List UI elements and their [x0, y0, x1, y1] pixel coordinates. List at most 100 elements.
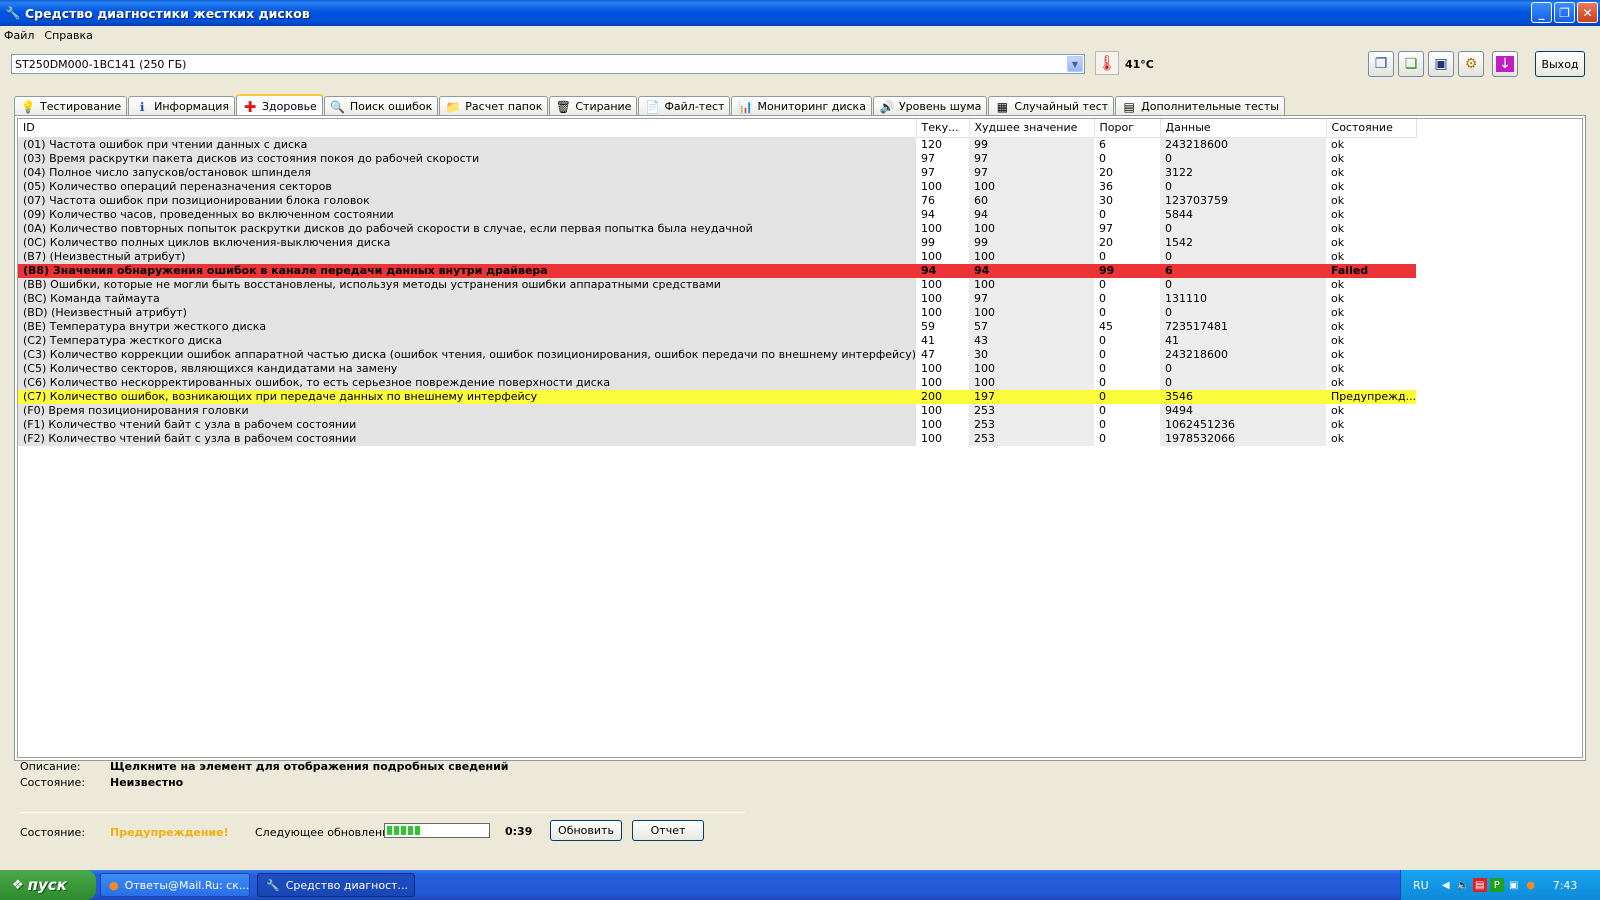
table-row[interactable]: (F1) Количество чтений байт с узла в раб… [18, 417, 1417, 432]
cell-threshold: 20 [1094, 165, 1161, 180]
column-header-id[interactable]: ID [18, 119, 917, 138]
maximize-button[interactable]: ❐ [1554, 2, 1575, 23]
table-row[interactable]: (0A) Количество повторных попыток раскру… [18, 221, 1417, 236]
start-button[interactable]: ❖ пуск [0, 870, 96, 900]
menu-help[interactable]: Справка [40, 29, 98, 42]
cell-data: 123703759 [1160, 193, 1327, 208]
table-row[interactable]: (C5) Количество секторов, являющихся кан… [18, 361, 1417, 376]
cell-state: ok [1326, 403, 1417, 418]
arrow-left-icon[interactable]: ◀ [1439, 878, 1453, 892]
cell-attribute-id: (07) Частота ошибок при позиционировании… [18, 193, 917, 208]
cell-threshold: 0 [1094, 347, 1161, 362]
cell-data: 0 [1160, 249, 1327, 264]
tab-health[interactable]: ✚ Здоровье [235, 94, 323, 117]
table-row[interactable]: (F0) Время позиционирования головки 100 25… [18, 403, 1417, 418]
column-header-data[interactable]: Данные [1160, 119, 1327, 138]
cell-state: ok [1326, 333, 1417, 348]
table-row[interactable]: (04) Полное число запусков/остановок шпи… [18, 165, 1417, 180]
table-row[interactable]: (B8) Значения обнаружения ошибок в канал… [18, 263, 1417, 278]
language-indicator[interactable]: RU [1413, 879, 1429, 892]
magnifier-icon: 🔍 [330, 99, 346, 114]
column-header-worst[interactable]: Худшее значение [969, 119, 1095, 138]
speaker-icon[interactable]: 🔈 [1456, 878, 1470, 892]
exit-button[interactable]: Выход [1535, 51, 1585, 77]
cell-threshold: 0 [1094, 249, 1161, 264]
close-button[interactable]: ✕ [1577, 2, 1598, 23]
table-row[interactable]: (C3) Количество коррекции ошибок аппарат… [18, 347, 1417, 362]
table-row[interactable]: (B7) (Неизвестный атрибут) 100 100 0 0 ok [18, 249, 1417, 264]
cell-state: ok [1326, 277, 1417, 292]
table-row[interactable]: (F2) Количество чтений байт с узла в раб… [18, 431, 1417, 446]
cell-attribute-id: (05) Количество операций переназначения … [18, 179, 917, 194]
paste-button[interactable]: ❏ [1398, 51, 1424, 77]
table-row[interactable]: (BC) Команда таймаута 100 97 0 131110 ok [18, 291, 1417, 306]
tab-label: Уровень шума [898, 100, 982, 113]
cell-threshold: 0 [1094, 151, 1161, 166]
cell-state: ok [1326, 431, 1417, 446]
tab-label: Стирание [575, 100, 632, 113]
firefox-icon: ● [109, 878, 119, 892]
cell-threshold: 0 [1094, 277, 1161, 292]
table-row[interactable]: (BB) Ошибки, которые не могли быть восст… [18, 277, 1417, 292]
tab-noise-level[interactable]: 🔊 Уровень шума [872, 96, 988, 116]
table-row[interactable]: (BD) (Неизвестный атрибут) 100 100 0 0 ok [18, 305, 1417, 320]
tab-testing[interactable]: 💡 Тестирование [14, 96, 128, 116]
column-header-current[interactable]: Теку... [916, 119, 970, 138]
settings-button[interactable]: ⚙ [1458, 51, 1484, 77]
cell-threshold: 20 [1094, 235, 1161, 250]
taskbar-item-disk-tool[interactable]: 🔧 Средство диагност... [257, 873, 415, 897]
cell-attribute-id: (09) Количество часов, проведенных во вк… [18, 207, 917, 222]
cell-data: 6 [1160, 263, 1327, 278]
cell-data: 0 [1160, 305, 1327, 320]
refresh-button[interactable]: Обновить [550, 820, 622, 841]
table-row[interactable]: (05) Количество операций переназначения … [18, 179, 1417, 194]
cell-current: 100 [916, 361, 970, 376]
cell-current: 100 [916, 291, 970, 306]
taskbar-item-browser[interactable]: ● Ответы@Mail.Ru: ск... [100, 873, 250, 897]
tab-label: Дополнительные тесты [1141, 100, 1279, 113]
table-row[interactable]: (07) Частота ошибок при позиционировании… [18, 193, 1417, 208]
table-row[interactable]: (0C) Количество полных циклов включения-… [18, 235, 1417, 250]
report-button[interactable]: Отчет [632, 820, 704, 841]
cell-threshold: 0 [1094, 291, 1161, 306]
cell-state: ok [1326, 165, 1417, 180]
minimize-button[interactable]: _ [1531, 2, 1552, 23]
table-header: ID Теку... Худшее значение Порог Данные … [18, 119, 1417, 138]
tab-erase[interactable]: 🗑 Стирание [549, 96, 638, 116]
copy-button[interactable]: ❐ [1368, 51, 1394, 77]
tab-info[interactable]: ℹ Информация [128, 96, 235, 116]
tab-random-test[interactable]: ▦ Случайный тест [988, 96, 1115, 116]
health-panel: ID Теку... Худшее значение Порог Данные … [14, 115, 1586, 761]
menu-file[interactable]: Файл [0, 29, 40, 42]
table-row[interactable]: (C6) Количество нескорректированных ошиб… [18, 375, 1417, 390]
green-app-icon[interactable]: P [1489, 878, 1504, 892]
antivirus-icon[interactable]: ▤ [1472, 878, 1487, 892]
details-area: Описание: Щелкните на элемент для отобра… [14, 760, 1586, 852]
table-row[interactable]: (03) Время раскрутки пакета дисков из со… [18, 151, 1417, 166]
drive-select[interactable]: ST250DM000-1BC141 (250 ГБ) ▼ [11, 54, 1085, 74]
network-icon[interactable]: ▣ [1507, 878, 1521, 892]
table-row[interactable]: (09) Количество часов, проведенных во вк… [18, 207, 1417, 222]
table-row[interactable]: (01) Частота ошибок при чтении данных с … [18, 137, 1417, 152]
chevron-down-icon[interactable]: ▼ [1067, 56, 1083, 72]
smart-table[interactable]: ID Теку... Худшее значение Порог Данные … [17, 118, 1583, 758]
table-row[interactable]: (C7) Количество ошибок, возникающих при … [18, 389, 1417, 404]
cell-attribute-id: (0A) Количество повторных попыток раскру… [18, 221, 917, 236]
table-row[interactable]: (BE) Температура внутри жесткого диска 59… [18, 319, 1417, 334]
tab-folder-size[interactable]: 📁 Расчет папок [439, 96, 549, 116]
save-button[interactable]: ▣ [1428, 51, 1454, 77]
tab-file-test[interactable]: 📄 Файл-тест [638, 96, 731, 116]
column-header-threshold[interactable]: Порог [1094, 119, 1161, 138]
folder-icon: 📁 [445, 99, 461, 114]
title-bar[interactable]: 🔧 Средство диагностики жестких дисков _ … [0, 0, 1600, 26]
table-row[interactable]: (C2) Температура жесткого диска 41 43 0 41 ok [18, 333, 1417, 348]
tab-disk-monitoring[interactable]: 📊 Мониторинг диска [731, 96, 872, 116]
cell-worst: 197 [969, 389, 1095, 404]
update-icon[interactable]: ● [1524, 878, 1538, 892]
cell-attribute-id: (C3) Количество коррекции ошибок аппарат… [18, 347, 917, 362]
column-header-state[interactable]: Состояние [1326, 119, 1417, 138]
tab-extra-tests[interactable]: ▤ Дополнительные тесты [1115, 96, 1285, 116]
download-button[interactable]: ↓ [1492, 51, 1518, 77]
cell-threshold: 0 [1094, 207, 1161, 222]
tab-error-scan[interactable]: 🔍 Поиск ошибок [323, 96, 439, 116]
